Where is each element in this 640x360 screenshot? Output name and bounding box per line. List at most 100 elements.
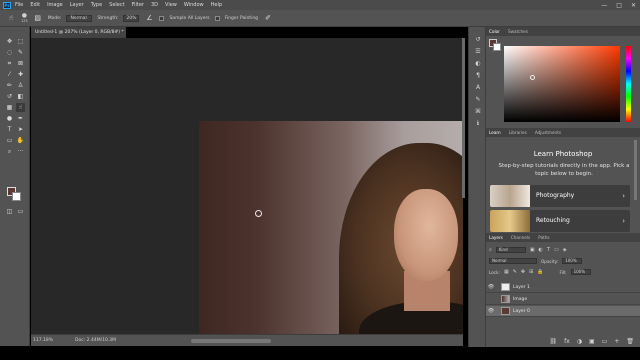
- opacity-input[interactable]: 100%: [562, 258, 583, 264]
- menu-select[interactable]: Select: [109, 0, 124, 10]
- blend-mode-select[interactable]: Normal: [489, 258, 537, 264]
- new-layer-icon[interactable]: +: [614, 338, 619, 345]
- maximize-icon[interactable]: □: [616, 2, 622, 9]
- path-select-tool-icon[interactable]: ➤: [16, 125, 25, 134]
- new-group-icon[interactable]: ▭: [602, 338, 608, 345]
- brush-settings-icon[interactable]: ✎: [473, 95, 483, 104]
- finger-painting-checkbox[interactable]: [214, 15, 220, 21]
- filter-adjustment-icon[interactable]: ◐: [539, 247, 543, 253]
- filter-shape-icon[interactable]: ▭: [554, 247, 559, 253]
- shape-tool-icon[interactable]: ▭: [5, 136, 14, 145]
- document-tab[interactable]: Untitled-1 @ 207% (Layer 0, RGB/8#) * ×: [31, 27, 126, 38]
- filter-smart-object-icon[interactable]: ◈: [563, 247, 567, 253]
- lasso-tool-icon[interactable]: ◌: [5, 48, 14, 57]
- eyedropper-tool-icon[interactable]: ⁄: [5, 70, 14, 79]
- document-info[interactable]: Doc: 2.44M/10.3M: [75, 338, 116, 343]
- layer-kind-filter[interactable]: Kind: [495, 247, 526, 253]
- smudge-tool-preset-icon[interactable]: ☝: [6, 13, 16, 23]
- layer-name[interactable]: Layer 0: [513, 309, 530, 314]
- color-picker-field[interactable]: [504, 46, 620, 122]
- visibility-eye-icon[interactable]: 👁: [486, 284, 496, 290]
- tab-channels[interactable]: Channels: [511, 235, 530, 240]
- lock-paint-icon[interactable]: ✎: [513, 269, 517, 275]
- menu-window[interactable]: Window: [184, 0, 204, 10]
- tab-adjustments[interactable]: Adjustments: [535, 130, 561, 135]
- hue-slider[interactable]: [626, 46, 631, 122]
- visibility-eye-icon[interactable]: 👁: [486, 308, 496, 314]
- gradient-tool-icon[interactable]: ▦: [5, 103, 14, 112]
- quick-mask-icon[interactable]: ◫: [5, 207, 14, 216]
- link-layers-icon[interactable]: ⛓: [549, 338, 557, 345]
- clone-stamp-tool-icon[interactable]: ♙: [16, 81, 25, 90]
- healing-brush-tool-icon[interactable]: ✚: [16, 70, 25, 79]
- minimize-icon[interactable]: —: [601, 2, 607, 9]
- lock-pixels-icon[interactable]: ▦: [504, 269, 509, 275]
- sample-all-layers-checkbox[interactable]: [159, 15, 165, 21]
- menu-type[interactable]: Type: [91, 0, 102, 10]
- add-mask-icon[interactable]: ◑: [577, 338, 582, 345]
- menu-view[interactable]: View: [165, 0, 177, 10]
- pressure-angle-icon[interactable]: ∠: [144, 13, 154, 23]
- learn-card-photography[interactable]: Photography ›: [490, 185, 630, 207]
- character-icon[interactable]: A: [473, 83, 483, 92]
- frame-tool-icon[interactable]: ⊠: [16, 59, 25, 68]
- learn-scrollbar[interactable]: [634, 140, 637, 200]
- filter-pixel-icon[interactable]: ▣: [530, 247, 535, 253]
- color-picker-ring[interactable]: [530, 75, 535, 80]
- more-tools-icon[interactable]: ···: [16, 147, 25, 156]
- eraser-tool-icon[interactable]: ◧: [16, 92, 25, 101]
- menu-filter[interactable]: Filter: [132, 0, 144, 10]
- filter-type-icon[interactable]: T: [547, 247, 550, 253]
- brush-tool-icon[interactable]: ✏: [5, 81, 14, 90]
- layer-row-selected[interactable]: 👁 Layer 0: [486, 306, 640, 317]
- tab-paths[interactable]: Paths: [538, 235, 549, 240]
- screen-mode-icon[interactable]: ▭: [16, 207, 25, 216]
- vertical-scrollbar[interactable]: [462, 38, 465, 198]
- strength-input[interactable]: 20%: [123, 14, 140, 22]
- menu-3d[interactable]: 3D: [151, 0, 158, 10]
- zoom-tool-icon[interactable]: ⌕: [5, 147, 14, 156]
- menu-image[interactable]: Image: [47, 0, 63, 10]
- lock-artboard-icon[interactable]: ⊞: [529, 269, 533, 275]
- tab-learn[interactable]: Learn: [489, 130, 501, 135]
- history-brush-tool-icon[interactable]: ↺: [5, 92, 14, 101]
- layer-name[interactable]: Image: [513, 297, 527, 302]
- horizontal-scrollbar[interactable]: [191, 339, 271, 343]
- delete-layer-icon[interactable]: 🗑: [626, 338, 634, 345]
- panel-background-swatch[interactable]: [493, 43, 501, 51]
- layer-row[interactable]: Image: [486, 294, 640, 305]
- menu-help[interactable]: Help: [211, 0, 222, 10]
- tab-libraries[interactable]: Libraries: [509, 130, 527, 135]
- tab-swatches[interactable]: Swatches: [508, 29, 528, 34]
- background-color-swatch[interactable]: [12, 192, 21, 201]
- menu-edit[interactable]: Edit: [30, 0, 40, 10]
- menu-layer[interactable]: Layer: [70, 0, 84, 10]
- hand-tool-icon[interactable]: ✋: [16, 136, 25, 145]
- layer-style-icon[interactable]: fx: [564, 338, 570, 345]
- marquee-tool-icon[interactable]: ⬚: [16, 37, 25, 46]
- crop-tool-icon[interactable]: ⌗: [5, 59, 14, 68]
- quick-select-tool-icon[interactable]: ✎: [16, 48, 25, 57]
- zoom-level[interactable]: 117.18%: [33, 338, 53, 343]
- smudge-tool-icon[interactable]: ☝: [16, 103, 25, 112]
- dodge-tool-icon[interactable]: ●: [5, 114, 14, 123]
- canvas-area[interactable]: [31, 38, 463, 334]
- close-icon[interactable]: ✕: [631, 2, 636, 9]
- adjustments-icon[interactable]: ◐: [473, 59, 483, 68]
- layer-row[interactable]: 👁 Layer 1: [486, 282, 640, 293]
- lock-all-icon[interactable]: 🔒: [537, 269, 543, 275]
- move-tool-icon[interactable]: ✥: [5, 37, 14, 46]
- new-adjustment-layer-icon[interactable]: ▣: [589, 338, 595, 345]
- tab-color[interactable]: Color: [489, 29, 500, 34]
- learn-card-retouching[interactable]: Retouching ›: [490, 210, 630, 232]
- pressure-strength-icon[interactable]: ✐: [263, 13, 273, 23]
- properties-icon[interactable]: ☰: [473, 47, 483, 56]
- glyphs-icon[interactable]: ⌘: [473, 107, 483, 116]
- brush-size-picker[interactable]: ● 125: [21, 13, 28, 24]
- paragraph-icon[interactable]: ¶: [473, 71, 483, 80]
- menu-file[interactable]: File: [15, 0, 23, 10]
- info-icon[interactable]: ℹ: [473, 119, 483, 128]
- mode-select[interactable]: Normal: [66, 14, 93, 22]
- type-tool-icon[interactable]: T: [5, 125, 14, 134]
- layer-name[interactable]: Layer 1: [513, 285, 530, 290]
